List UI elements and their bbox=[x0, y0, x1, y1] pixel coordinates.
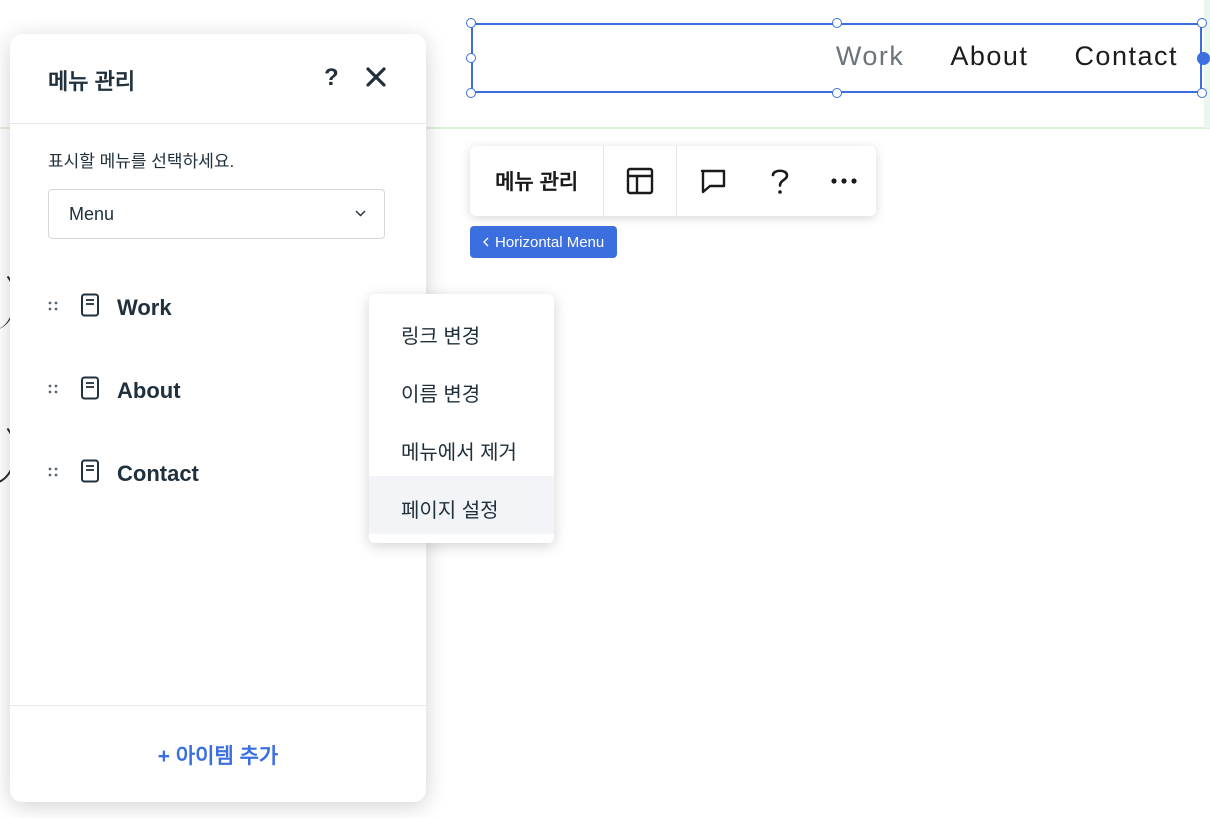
resize-handle-bottom-right[interactable] bbox=[1197, 88, 1207, 98]
resize-handle-bottom-center[interactable] bbox=[832, 88, 842, 98]
manage-menu-button[interactable]: 메뉴 관리 bbox=[470, 146, 605, 216]
ctx-item-label: 이름 변경 bbox=[401, 384, 481, 406]
help-icon bbox=[772, 169, 789, 194]
ctx-item-label: 메뉴에서 제거 bbox=[401, 442, 517, 464]
ctx-item-label: 페이지 설정 bbox=[401, 500, 499, 522]
hmenu-item-contact[interactable]: Contact bbox=[1074, 41, 1178, 72]
panel-help-button[interactable]: ? bbox=[324, 64, 339, 92]
resize-handle-middle-left[interactable] bbox=[466, 53, 476, 63]
more-actions-button[interactable] bbox=[812, 146, 876, 216]
ctx-item-label: 링크 변경 bbox=[401, 326, 481, 348]
close-icon bbox=[366, 67, 386, 87]
ctx-rename[interactable]: 이름 변경 bbox=[369, 360, 554, 418]
drag-handle-icon[interactable] bbox=[48, 299, 58, 313]
horizontal-menu-element[interactable]: Work About Contact bbox=[471, 23, 1202, 93]
breadcrumb-label: Horizontal Menu bbox=[495, 233, 605, 251]
page-icon bbox=[81, 293, 99, 317]
horizontal-menu-items: Work About Contact bbox=[836, 41, 1178, 72]
chevron-left-icon bbox=[483, 237, 489, 247]
panel-instruction: 표시할 메뉴를 선택하세요. bbox=[48, 152, 235, 171]
ctx-remove-from-menu[interactable]: 메뉴에서 제거 bbox=[369, 418, 554, 476]
help-button[interactable] bbox=[749, 146, 813, 216]
page-icon bbox=[81, 376, 99, 400]
element-breadcrumb[interactable]: Horizontal Menu bbox=[470, 226, 618, 258]
drag-handle-icon[interactable] bbox=[48, 465, 58, 479]
manage-menu-panel: 메뉴 관리 ? 표시할 메뉴를 선택하세요. Menu Work About C… bbox=[10, 34, 426, 802]
menu-item-label: About bbox=[117, 378, 181, 403]
dropdown-value: Menu bbox=[69, 204, 115, 224]
layout-icon bbox=[626, 167, 654, 195]
menu-item-about[interactable]: About bbox=[10, 364, 426, 420]
resize-handle-bottom-left[interactable] bbox=[466, 88, 476, 98]
resize-handle-top-center[interactable] bbox=[832, 18, 842, 28]
panel-footer: + 아이템 추가 bbox=[10, 705, 426, 803]
hmenu-item-about[interactable]: About bbox=[950, 41, 1028, 72]
panel-close-button[interactable] bbox=[365, 66, 387, 93]
resize-handle-top-left[interactable] bbox=[466, 18, 476, 28]
comment-icon bbox=[700, 169, 725, 194]
more-icon bbox=[831, 178, 857, 184]
menu-item-label: Contact bbox=[117, 461, 199, 486]
resize-handle-top-right[interactable] bbox=[1197, 18, 1207, 28]
menu-item-contact[interactable]: Contact bbox=[10, 447, 426, 503]
ctx-page-settings[interactable]: 페이지 설정 bbox=[369, 476, 554, 534]
menu-item-label: Work bbox=[117, 295, 172, 320]
hmenu-item-work[interactable]: Work bbox=[836, 41, 905, 72]
menu-item-work[interactable]: Work bbox=[10, 281, 426, 337]
drag-handle-icon[interactable] bbox=[48, 382, 58, 396]
panel-title: 메뉴 관리 bbox=[48, 69, 136, 94]
menu-select-dropdown[interactable]: Menu bbox=[48, 189, 385, 239]
ctx-change-link[interactable]: 링크 변경 bbox=[369, 302, 554, 360]
chevron-down-icon bbox=[355, 210, 366, 217]
resize-handle-middle-right[interactable] bbox=[1197, 52, 1210, 65]
layout-button[interactable] bbox=[604, 146, 677, 216]
item-context-menu: 링크 변경 이름 변경 메뉴에서 제거 페이지 설정 bbox=[369, 294, 554, 543]
panel-header: 메뉴 관리 ? bbox=[10, 34, 426, 124]
add-item-button[interactable]: + 아이템 추가 bbox=[10, 740, 426, 770]
comment-button[interactable] bbox=[677, 146, 749, 216]
page-icon bbox=[81, 459, 99, 483]
element-toolbar: 메뉴 관리 bbox=[470, 146, 876, 216]
